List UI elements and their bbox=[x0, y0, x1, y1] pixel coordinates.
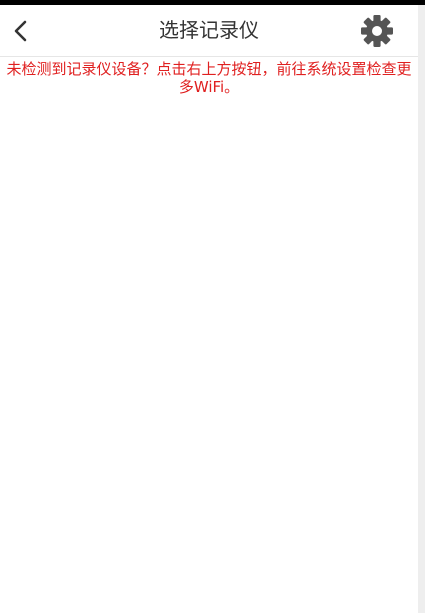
page-title: 选择记录仪 bbox=[159, 18, 259, 42]
chevron-left-icon bbox=[6, 14, 36, 48]
navigation-bar: 选择记录仪 bbox=[0, 5, 418, 57]
gear-icon bbox=[359, 13, 395, 49]
settings-button[interactable] bbox=[359, 13, 395, 49]
scrollbar[interactable] bbox=[418, 5, 425, 613]
no-device-hint: 未检测到记录仪设备？点击右上方按钮，前往系统设置检查更多WiFi。 bbox=[6, 60, 412, 96]
device-list bbox=[0, 104, 418, 613]
back-button[interactable] bbox=[6, 14, 36, 48]
